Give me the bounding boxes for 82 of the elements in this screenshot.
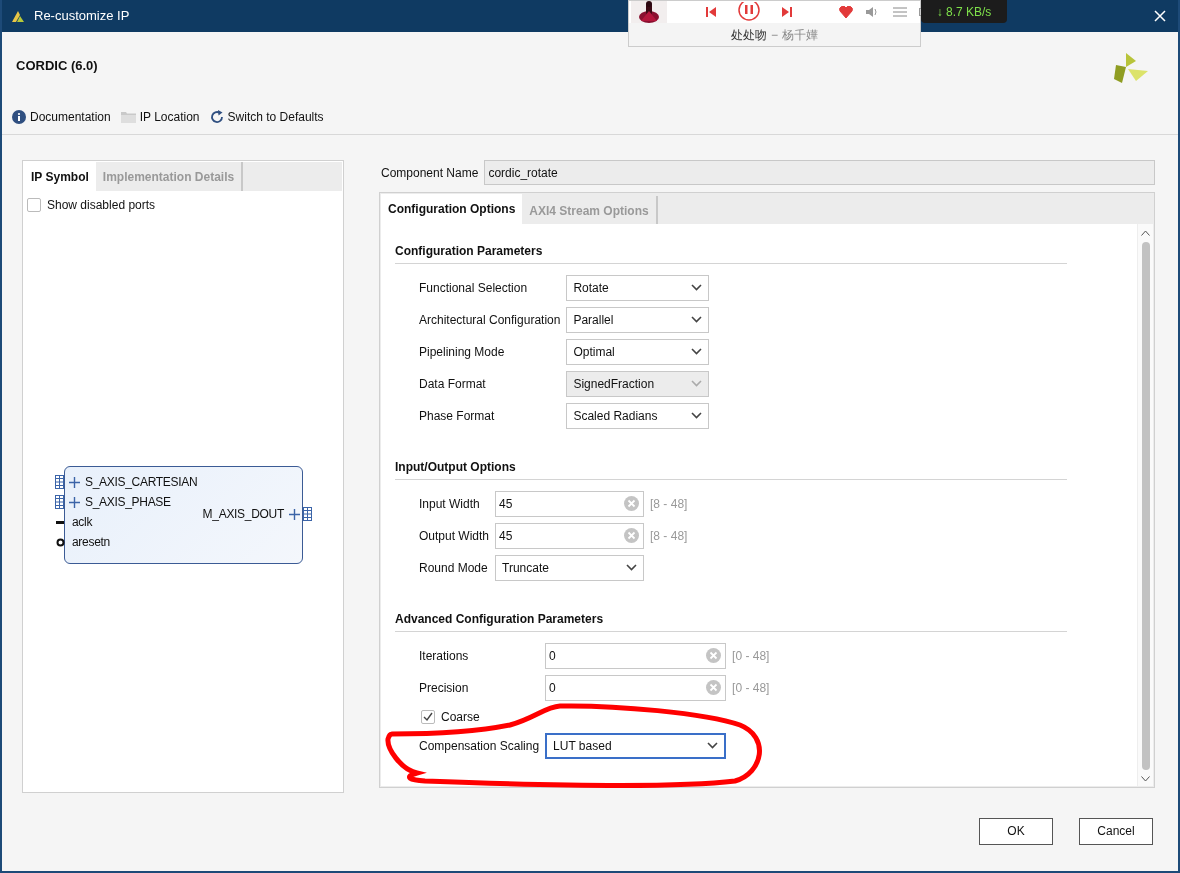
section-title: Advanced Configuration Parameters [395, 610, 605, 628]
chevron-down-icon [691, 316, 703, 324]
info-icon [12, 110, 26, 124]
scroll-down-icon[interactable] [1141, 776, 1150, 782]
checkbox-label: Show disabled ports [47, 197, 156, 214]
bus-port-icon [303, 507, 312, 521]
chevron-down-icon [691, 284, 703, 292]
next-icon[interactable] [781, 6, 793, 18]
ip-title: CORDIC (6.0) [16, 57, 98, 76]
port-name: aclk [72, 514, 93, 531]
pause-icon[interactable] [737, 2, 761, 22]
chevron-down-icon [691, 348, 703, 356]
input-field[interactable]: 0 [545, 642, 727, 669]
field-label: Output Width [419, 527, 490, 545]
chevron-down-icon [691, 412, 703, 420]
toolbar-button[interactable]: Documentation [12, 108, 111, 126]
bus-port-icon [55, 475, 64, 489]
range-hint: [0 - 48] [732, 647, 771, 665]
reset-port-icon [56, 537, 65, 547]
range-hint: [8 - 48] [650, 527, 689, 545]
dialog-button[interactable]: Cancel [1079, 817, 1153, 845]
volume-icon[interactable] [865, 6, 879, 18]
input-field[interactable]: 45 [495, 490, 645, 517]
checkbox[interactable] [421, 709, 435, 724]
dropdown[interactable]: LUT based [545, 732, 727, 759]
artist-name: 杨千嬅 [782, 26, 818, 44]
field-label: Round Mode [419, 559, 489, 577]
dropdown[interactable]: Truncate [495, 554, 645, 581]
field-label: Pipelining Mode [419, 343, 506, 361]
field-label: Input Width [419, 495, 481, 513]
separator-text: − [771, 26, 778, 44]
dropdown[interactable]: Parallel [566, 306, 710, 333]
input-field[interactable]: 0 [545, 674, 727, 701]
chevron-down-icon [626, 564, 638, 572]
dropdown[interactable]: Rotate [566, 274, 710, 301]
plus-icon[interactable] [289, 508, 300, 520]
field-label: Component Name [380, 164, 479, 182]
clock-port-icon [56, 520, 64, 524]
component-name-field[interactable]: cordic_rotate [484, 160, 1155, 186]
field-label: Phase Format [419, 407, 496, 425]
chevron-down-icon [707, 742, 719, 750]
field-label: Data Format [419, 375, 487, 393]
field-label: Iterations [419, 647, 470, 665]
port-name: S_AXIS_PHASE [85, 494, 171, 511]
tab[interactable]: IP Symbol [24, 162, 96, 191]
section-title: Configuration Parameters [395, 242, 544, 260]
dialog-button[interactable]: OK [979, 817, 1053, 845]
plus-icon[interactable] [69, 476, 80, 488]
close-icon[interactable] [1154, 10, 1166, 22]
scrollbar[interactable] [1137, 223, 1153, 786]
check-icon [423, 711, 433, 722]
plus-icon[interactable] [69, 496, 80, 508]
window-title: Re-customize IP [34, 7, 130, 26]
checkbox[interactable] [27, 198, 41, 212]
scroll-up-icon[interactable] [1141, 229, 1150, 236]
field-label: Functional Selection [419, 279, 529, 297]
chevron-down-icon [691, 380, 703, 388]
field-label: Precision [419, 679, 470, 697]
dropdown[interactable]: Optimal [566, 338, 710, 365]
folder-icon [120, 111, 136, 123]
network-speed: ↓ 8.7 KB/s [921, 0, 1007, 23]
toolbar-button[interactable]: IP Location [120, 108, 200, 126]
toolbar-button[interactable]: Switch to Defaults [209, 108, 324, 126]
port-name: aresetn [72, 534, 110, 551]
scrollbar-thumb[interactable] [1141, 241, 1150, 770]
tab[interactable]: Configuration Options [381, 193, 523, 224]
logo-icon [1114, 53, 1148, 83]
range-hint: [0 - 48] [732, 679, 771, 697]
song-title: 处处吻 [731, 26, 767, 44]
previous-icon[interactable] [705, 6, 717, 18]
bus-port-icon [55, 495, 64, 509]
range-hint: [8 - 48] [650, 495, 689, 513]
port-name: M_AXIS_DOUT [202, 506, 284, 523]
port-name: S_AXIS_CARTESIAN [85, 474, 198, 491]
dropdown[interactable]: Scaled Radians [566, 402, 710, 429]
field-label: Architectural Configuration [419, 311, 561, 329]
input-field[interactable]: 45 [495, 522, 645, 549]
field-label: Compensation Scaling [419, 737, 540, 755]
section-title: Input/Output Options [395, 458, 517, 476]
refresh-icon [209, 110, 224, 124]
heart-icon[interactable] [839, 6, 853, 18]
checkbox-label: Coarse [441, 708, 480, 726]
